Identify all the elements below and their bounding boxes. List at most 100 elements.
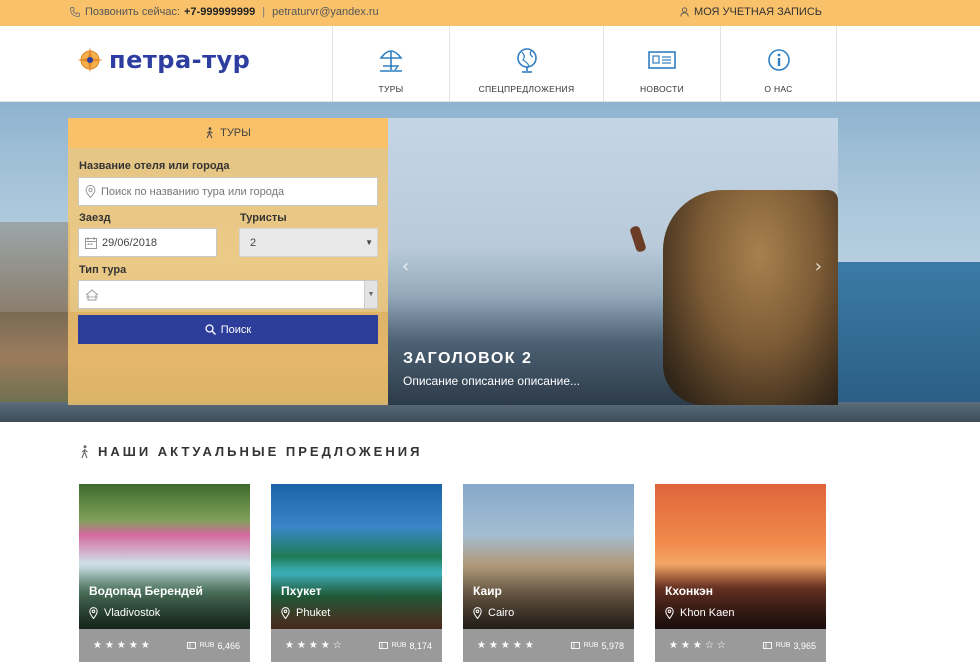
hero-background-marina: [0, 402, 980, 422]
offer-card-price: RUB 8,174: [378, 640, 432, 651]
nav-label-tours: ТУРЫ: [378, 84, 404, 94]
offer-card-location: Cairo: [473, 607, 514, 619]
account-label: МОЯ УЧЕТНАЯ ЗАПИСЬ: [694, 6, 822, 18]
price-currency: RUB: [775, 642, 791, 649]
price-currency: RUB: [583, 642, 599, 649]
ticket-icon: [762, 642, 772, 649]
offer-card-city: Phuket: [296, 607, 331, 619]
phone-number[interactable]: +7-999999999: [184, 6, 255, 18]
offer-card-location: Vladivostok: [89, 607, 160, 619]
price-currency: RUB: [199, 642, 215, 649]
beach-umbrella-icon: [379, 50, 403, 72]
compass-logo-icon: [77, 47, 103, 73]
slide-cliff-image: [663, 190, 838, 405]
offer-card-footer: ★★★★☆ RUB 8,174: [271, 629, 442, 662]
globe-icon: [516, 48, 537, 73]
slide-title: ЗАГОЛОВОК 2: [403, 350, 533, 367]
walking-person-icon: [81, 444, 88, 458]
offer-card-footer: ★★★★★ RUB 5,978: [463, 629, 634, 662]
offer-card-title: Водопад Берендей: [89, 584, 203, 598]
price-currency: RUB: [391, 642, 407, 649]
separator: |: [262, 6, 266, 18]
price-value: 3,965: [793, 640, 816, 651]
nav-label-special-offers: СПЕЦПРЕДЛОЖЕНИЯ: [478, 84, 575, 94]
offer-card-price: RUB 5,978: [570, 640, 624, 651]
nav-item-news[interactable]: НОВОСТИ: [603, 26, 720, 102]
tourists-select[interactable]: 2 ▼: [239, 228, 378, 257]
offer-card[interactable]: Кхонкэн Khon Kaen ★★★☆☆ RUB 3,965: [655, 484, 826, 662]
price-value: 8,174: [409, 640, 432, 651]
contact-info: Позвонить сейчас: +7-999999999 | petratu…: [70, 6, 379, 18]
ticket-icon: [378, 642, 388, 649]
news-card-icon: [648, 51, 676, 69]
location-pin-icon: [281, 607, 290, 619]
logo[interactable]: петра-тур: [76, 46, 250, 74]
nav-item-special-offers[interactable]: СПЕЦПРЕДЛОЖЕНИЯ: [449, 26, 603, 102]
offer-card-footer: ★★★★★ RUB 6,466: [79, 629, 250, 662]
star-rating: ★★★★☆: [285, 640, 345, 651]
offer-card-price: RUB 3,965: [762, 640, 816, 651]
star-rating: ★★★★★: [93, 640, 153, 651]
location-pin-icon: [473, 607, 482, 619]
hotel-label: Название отеля или города: [79, 160, 230, 172]
search-button-label: Поиск: [220, 323, 252, 336]
offer-card-title: Пхукет: [281, 584, 322, 598]
tour-type-icon: [85, 288, 99, 300]
location-pin-icon: [89, 607, 98, 619]
account-link[interactable]: МОЯ УЧЕТНАЯ ЗАПИСЬ: [680, 6, 822, 18]
offer-card[interactable]: Каир Cairo ★★★★★ RUB 5,978: [463, 484, 634, 662]
tour-type-label: Тип тура: [79, 264, 127, 276]
location-pin-icon: [665, 607, 674, 619]
slide-description: Описание описание описание...: [403, 374, 580, 388]
ticket-icon: [186, 642, 196, 649]
slider-prev-arrow[interactable]: ‹: [402, 256, 409, 277]
tab-tours[interactable]: ТУРЫ: [68, 118, 388, 148]
hotel-search-placeholder: Поиск по названию тура или города: [101, 185, 285, 198]
ticket-icon: [570, 642, 580, 649]
top-bar: Позвонить сейчас: +7-999999999 | petratu…: [0, 0, 980, 26]
offer-card-title: Каир: [473, 584, 502, 598]
offers-title-text: НАШИ АКТУАЛЬНЫЕ ПРЕДЛОЖЕНИЯ: [98, 444, 423, 459]
price-value: 5,978: [601, 640, 624, 651]
star-rating: ★★★★★: [477, 640, 537, 651]
star-rating: ★★★☆☆: [669, 640, 729, 651]
offer-card-city: Cairo: [488, 607, 515, 619]
offer-card[interactable]: Пхукет Phuket ★★★★☆ RUB 8,174: [271, 484, 442, 662]
checkin-date-value: 29/06/2018: [102, 236, 158, 249]
chevron-down-icon: ▼: [365, 238, 373, 247]
nav-label-about: О НАС: [764, 84, 793, 94]
offers-section-title: НАШИ АКТУАЛЬНЫЕ ПРЕДЛОЖЕНИЯ: [80, 444, 422, 459]
email-link[interactable]: petraturvr@yandex.ru: [272, 6, 379, 18]
search-button[interactable]: Поиск: [78, 315, 378, 344]
site-header: петра-тур ТУРЫ СПЕЦПРЕДЛОЖЕНИЯ НОВОСТИ О…: [0, 26, 980, 102]
search-icon: [205, 324, 216, 335]
logo-text: петра-тур: [109, 46, 251, 74]
offer-card-location: Phuket: [281, 607, 330, 619]
tourists-label: Туристы: [240, 212, 287, 224]
image-slider[interactable]: ‹ › ЗАГОЛОВОК 2 Описание описание описан…: [388, 118, 838, 405]
tab-tours-label: ТУРЫ: [220, 127, 251, 139]
offer-card-price: RUB 6,466: [186, 640, 240, 651]
info-icon: [767, 49, 790, 71]
walking-person-icon: [206, 127, 213, 139]
calendar-icon: [85, 236, 97, 249]
chevron-down-icon[interactable]: ▼: [364, 281, 377, 308]
tourists-value: 2: [250, 236, 257, 249]
offer-card-city: Khon Kaen: [680, 607, 735, 619]
nav-item-about[interactable]: О НАС: [720, 26, 837, 102]
call-label: Позвонить сейчас:: [85, 6, 180, 18]
location-pin-icon: [85, 185, 96, 198]
offer-card-city: Vladivostok: [104, 607, 161, 619]
price-value: 6,466: [217, 640, 240, 651]
checkin-date-field[interactable]: 29/06/2018: [78, 228, 217, 257]
phone-icon: [70, 7, 80, 17]
hotel-search-field[interactable]: Поиск по названию тура или города: [78, 177, 378, 206]
slider-next-arrow[interactable]: ›: [815, 256, 822, 277]
checkin-label: Заезд: [79, 212, 111, 224]
slide-diver-image: [629, 225, 647, 253]
offer-cards: Водопад Берендей Vladivostok ★★★★★ RUB 6…: [79, 484, 826, 662]
offer-card[interactable]: Водопад Берендей Vladivostok ★★★★★ RUB 6…: [79, 484, 250, 662]
nav-item-tours[interactable]: ТУРЫ: [332, 26, 449, 102]
tour-type-select[interactable]: ▼: [78, 280, 378, 309]
nav-label-news: НОВОСТИ: [639, 84, 684, 94]
